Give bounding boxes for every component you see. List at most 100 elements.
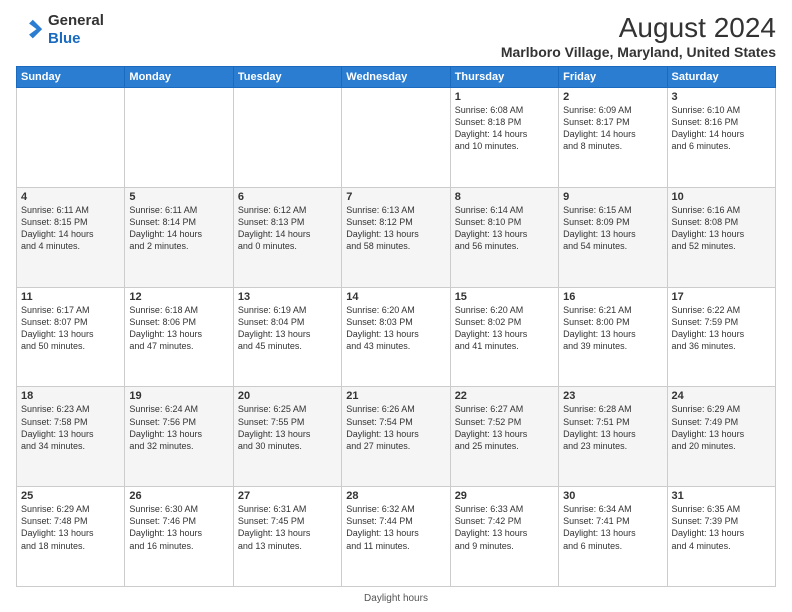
day-number: 12 bbox=[129, 291, 228, 303]
day-info: Sunrise: 6:14 AM Sunset: 8:10 PM Dayligh… bbox=[455, 204, 554, 253]
day-info: Sunrise: 6:26 AM Sunset: 7:54 PM Dayligh… bbox=[346, 403, 445, 452]
day-number: 10 bbox=[672, 191, 771, 203]
calendar-cell: 19Sunrise: 6:24 AM Sunset: 7:56 PM Dayli… bbox=[125, 387, 233, 487]
logo: General Blue bbox=[16, 12, 104, 48]
calendar-cell: 1Sunrise: 6:08 AM Sunset: 8:18 PM Daylig… bbox=[450, 88, 558, 188]
calendar-cell: 23Sunrise: 6:28 AM Sunset: 7:51 PM Dayli… bbox=[559, 387, 667, 487]
calendar-table: SundayMondayTuesdayWednesdayThursdayFrid… bbox=[16, 66, 776, 587]
day-info: Sunrise: 6:18 AM Sunset: 8:06 PM Dayligh… bbox=[129, 304, 228, 353]
calendar-cell: 6Sunrise: 6:12 AM Sunset: 8:13 PM Daylig… bbox=[233, 187, 341, 287]
day-number: 13 bbox=[238, 291, 337, 303]
day-info: Sunrise: 6:23 AM Sunset: 7:58 PM Dayligh… bbox=[21, 403, 120, 452]
day-number: 9 bbox=[563, 191, 662, 203]
day-number: 14 bbox=[346, 291, 445, 303]
calendar-week-row: 11Sunrise: 6:17 AM Sunset: 8:07 PM Dayli… bbox=[17, 287, 776, 387]
day-info: Sunrise: 6:12 AM Sunset: 8:13 PM Dayligh… bbox=[238, 204, 337, 253]
logo-icon bbox=[16, 16, 44, 44]
day-info: Sunrise: 6:20 AM Sunset: 8:03 PM Dayligh… bbox=[346, 304, 445, 353]
day-info: Sunrise: 6:09 AM Sunset: 8:17 PM Dayligh… bbox=[563, 104, 662, 153]
calendar-cell: 30Sunrise: 6:34 AM Sunset: 7:41 PM Dayli… bbox=[559, 487, 667, 587]
calendar-cell: 27Sunrise: 6:31 AM Sunset: 7:45 PM Dayli… bbox=[233, 487, 341, 587]
day-info: Sunrise: 6:22 AM Sunset: 7:59 PM Dayligh… bbox=[672, 304, 771, 353]
calendar-cell: 21Sunrise: 6:26 AM Sunset: 7:54 PM Dayli… bbox=[342, 387, 450, 487]
day-number: 2 bbox=[563, 91, 662, 103]
calendar-cell: 13Sunrise: 6:19 AM Sunset: 8:04 PM Dayli… bbox=[233, 287, 341, 387]
calendar-cell bbox=[233, 88, 341, 188]
day-info: Sunrise: 6:27 AM Sunset: 7:52 PM Dayligh… bbox=[455, 403, 554, 452]
day-number: 19 bbox=[129, 390, 228, 402]
day-info: Sunrise: 6:34 AM Sunset: 7:41 PM Dayligh… bbox=[563, 503, 662, 552]
day-number: 16 bbox=[563, 291, 662, 303]
day-info: Sunrise: 6:28 AM Sunset: 7:51 PM Dayligh… bbox=[563, 403, 662, 452]
location-subtitle: Marlboro Village, Maryland, United State… bbox=[501, 44, 776, 60]
day-number: 27 bbox=[238, 490, 337, 502]
calendar-cell: 17Sunrise: 6:22 AM Sunset: 7:59 PM Dayli… bbox=[667, 287, 775, 387]
day-info: Sunrise: 6:32 AM Sunset: 7:44 PM Dayligh… bbox=[346, 503, 445, 552]
day-info: Sunrise: 6:11 AM Sunset: 8:15 PM Dayligh… bbox=[21, 204, 120, 253]
day-number: 5 bbox=[129, 191, 228, 203]
day-number: 3 bbox=[672, 91, 771, 103]
day-number: 7 bbox=[346, 191, 445, 203]
calendar-cell bbox=[342, 88, 450, 188]
calendar-cell: 2Sunrise: 6:09 AM Sunset: 8:17 PM Daylig… bbox=[559, 88, 667, 188]
calendar-day-header: Sunday bbox=[17, 67, 125, 88]
day-number: 20 bbox=[238, 390, 337, 402]
calendar-cell: 25Sunrise: 6:29 AM Sunset: 7:48 PM Dayli… bbox=[17, 487, 125, 587]
day-info: Sunrise: 6:25 AM Sunset: 7:55 PM Dayligh… bbox=[238, 403, 337, 452]
day-info: Sunrise: 6:33 AM Sunset: 7:42 PM Dayligh… bbox=[455, 503, 554, 552]
calendar-day-header: Tuesday bbox=[233, 67, 341, 88]
calendar-cell: 8Sunrise: 6:14 AM Sunset: 8:10 PM Daylig… bbox=[450, 187, 558, 287]
calendar-cell: 10Sunrise: 6:16 AM Sunset: 8:08 PM Dayli… bbox=[667, 187, 775, 287]
calendar-cell: 15Sunrise: 6:20 AM Sunset: 8:02 PM Dayli… bbox=[450, 287, 558, 387]
day-info: Sunrise: 6:30 AM Sunset: 7:46 PM Dayligh… bbox=[129, 503, 228, 552]
calendar-week-row: 4Sunrise: 6:11 AM Sunset: 8:15 PM Daylig… bbox=[17, 187, 776, 287]
calendar-cell: 29Sunrise: 6:33 AM Sunset: 7:42 PM Dayli… bbox=[450, 487, 558, 587]
day-info: Sunrise: 6:08 AM Sunset: 8:18 PM Dayligh… bbox=[455, 104, 554, 153]
day-info: Sunrise: 6:19 AM Sunset: 8:04 PM Dayligh… bbox=[238, 304, 337, 353]
day-number: 15 bbox=[455, 291, 554, 303]
day-number: 6 bbox=[238, 191, 337, 203]
day-number: 29 bbox=[455, 490, 554, 502]
day-info: Sunrise: 6:15 AM Sunset: 8:09 PM Dayligh… bbox=[563, 204, 662, 253]
calendar-day-header: Thursday bbox=[450, 67, 558, 88]
calendar-week-row: 25Sunrise: 6:29 AM Sunset: 7:48 PM Dayli… bbox=[17, 487, 776, 587]
calendar-footer: Daylight hours bbox=[16, 591, 776, 604]
day-number: 22 bbox=[455, 390, 554, 402]
calendar-day-header: Wednesday bbox=[342, 67, 450, 88]
calendar-cell: 9Sunrise: 6:15 AM Sunset: 8:09 PM Daylig… bbox=[559, 187, 667, 287]
day-number: 18 bbox=[21, 390, 120, 402]
calendar-cell: 22Sunrise: 6:27 AM Sunset: 7:52 PM Dayli… bbox=[450, 387, 558, 487]
day-number: 26 bbox=[129, 490, 228, 502]
day-info: Sunrise: 6:10 AM Sunset: 8:16 PM Dayligh… bbox=[672, 104, 771, 153]
logo-text: General Blue bbox=[48, 12, 104, 48]
daylight-label: Daylight hours bbox=[364, 593, 428, 604]
calendar-cell: 28Sunrise: 6:32 AM Sunset: 7:44 PM Dayli… bbox=[342, 487, 450, 587]
calendar-day-header: Monday bbox=[125, 67, 233, 88]
calendar-cell: 5Sunrise: 6:11 AM Sunset: 8:14 PM Daylig… bbox=[125, 187, 233, 287]
day-number: 23 bbox=[563, 390, 662, 402]
title-block: August 2024 Marlboro Village, Maryland, … bbox=[501, 12, 776, 60]
calendar-header-row: SundayMondayTuesdayWednesdayThursdayFrid… bbox=[17, 67, 776, 88]
day-info: Sunrise: 6:35 AM Sunset: 7:39 PM Dayligh… bbox=[672, 503, 771, 552]
calendar-cell: 24Sunrise: 6:29 AM Sunset: 7:49 PM Dayli… bbox=[667, 387, 775, 487]
day-number: 4 bbox=[21, 191, 120, 203]
calendar-cell: 20Sunrise: 6:25 AM Sunset: 7:55 PM Dayli… bbox=[233, 387, 341, 487]
day-info: Sunrise: 6:20 AM Sunset: 8:02 PM Dayligh… bbox=[455, 304, 554, 353]
calendar-cell: 7Sunrise: 6:13 AM Sunset: 8:12 PM Daylig… bbox=[342, 187, 450, 287]
day-info: Sunrise: 6:16 AM Sunset: 8:08 PM Dayligh… bbox=[672, 204, 771, 253]
calendar-page: General Blue August 2024 Marlboro Villag… bbox=[0, 0, 792, 612]
main-title: August 2024 bbox=[501, 12, 776, 44]
day-number: 1 bbox=[455, 91, 554, 103]
day-number: 31 bbox=[672, 490, 771, 502]
calendar-cell bbox=[17, 88, 125, 188]
day-info: Sunrise: 6:13 AM Sunset: 8:12 PM Dayligh… bbox=[346, 204, 445, 253]
day-info: Sunrise: 6:24 AM Sunset: 7:56 PM Dayligh… bbox=[129, 403, 228, 452]
calendar-day-header: Saturday bbox=[667, 67, 775, 88]
day-info: Sunrise: 6:29 AM Sunset: 7:49 PM Dayligh… bbox=[672, 403, 771, 452]
logo-general: General bbox=[48, 12, 104, 30]
calendar-cell: 12Sunrise: 6:18 AM Sunset: 8:06 PM Dayli… bbox=[125, 287, 233, 387]
calendar-cell: 11Sunrise: 6:17 AM Sunset: 8:07 PM Dayli… bbox=[17, 287, 125, 387]
day-number: 8 bbox=[455, 191, 554, 203]
calendar-week-row: 18Sunrise: 6:23 AM Sunset: 7:58 PM Dayli… bbox=[17, 387, 776, 487]
day-number: 11 bbox=[21, 291, 120, 303]
